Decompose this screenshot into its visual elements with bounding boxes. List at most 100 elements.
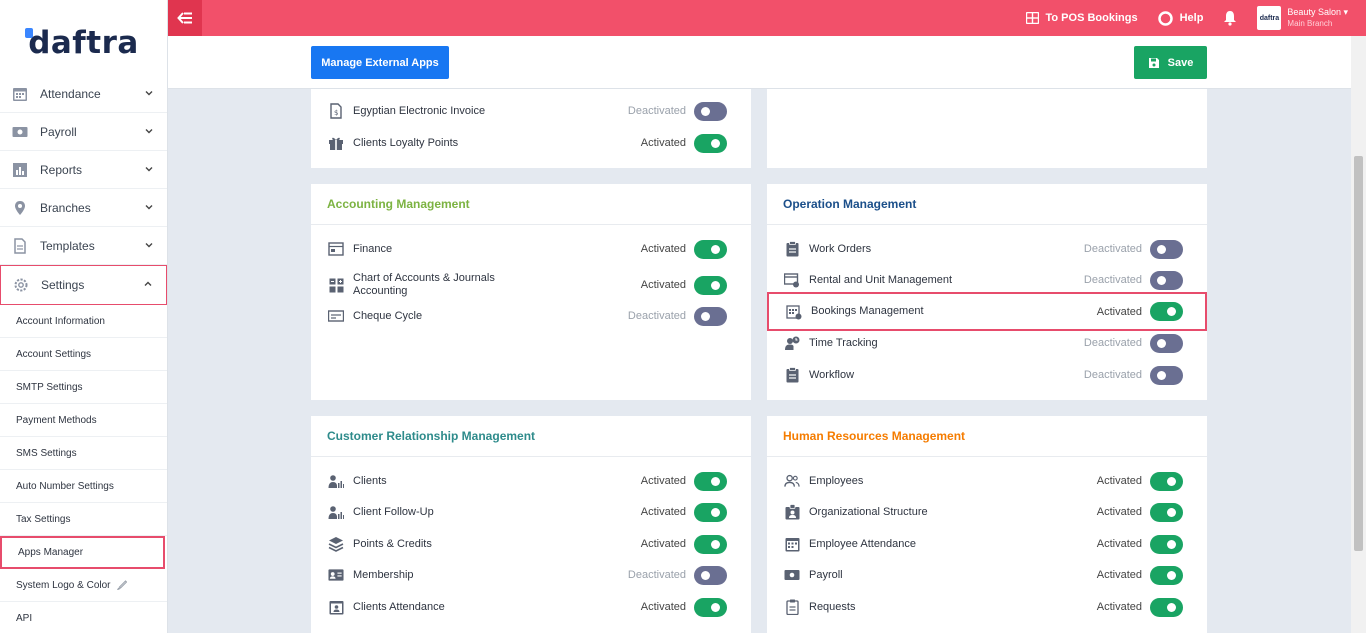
sub-item-account-settings[interactable]: Account Settings [0,338,167,371]
avatar-text: daftra [1259,14,1280,22]
app-toggle[interactable] [1150,534,1183,554]
app-toggle[interactable] [1150,502,1183,522]
app-toggle[interactable] [1150,302,1183,321]
app-row-employee-attendance: Employee Attendance Activated [767,531,1207,557]
sidebar-item-label: Settings [41,278,85,292]
app-toggle[interactable] [694,306,727,326]
sub-item-label: SMS Settings [16,447,77,459]
user-chart-icon [328,473,344,489]
app-label: Work Orders [809,242,872,255]
sub-item-tax-settings[interactable]: Tax Settings [0,503,167,536]
panel-title: Operation Management [767,184,1207,225]
sub-item-smtp-settings[interactable]: SMTP Settings [0,371,167,404]
caret-down-icon: ▾ [1340,7,1348,17]
app-toggle[interactable] [1150,597,1183,617]
app-label: Employees [809,474,864,487]
app-toggle[interactable] [694,534,727,554]
app-label-line2: Accounting [353,285,408,297]
sub-item-label: API [16,612,33,624]
app-status: Activated [640,137,686,149]
daftra-logo[interactable]: daftra [0,0,167,85]
panel-accounting-management: Accounting Management Finance Activated … [311,184,751,400]
notifications-button[interactable] [1223,10,1237,26]
app-toggle[interactable] [1150,365,1183,385]
app-status: Activated [1096,506,1142,518]
user-branch: Main Branch [1287,19,1333,28]
app-toggle[interactable] [694,502,727,522]
app-status: Deactivated [627,105,686,117]
gear-icon [13,277,29,293]
layers-icon [328,536,344,552]
invoice-icon: $ [328,103,344,119]
calendar-user-icon [328,599,344,615]
calendar-bookings-icon [786,304,802,320]
app-toggle[interactable] [1150,270,1183,290]
app-toggle[interactable] [694,275,727,295]
app-toggle[interactable] [1150,471,1183,491]
sidebar-item-attendance[interactable]: Attendance [0,75,167,113]
app-label: Time Tracking [809,336,878,349]
document-icon [12,237,28,254]
sub-item-label: Account Information [16,315,105,327]
bar-chart-icon [12,162,28,178]
sub-item-apps-manager[interactable]: Apps Manager [0,536,165,569]
sidebar-item-settings[interactable]: Settings [0,265,167,305]
scrollbar-thumb[interactable] [1354,156,1363,551]
avatar: daftra [1257,6,1282,30]
chevron-down-icon [145,243,153,248]
app-toggle[interactable] [1150,239,1183,259]
sidebar-item-templates[interactable]: Templates [0,227,167,265]
app-toggle[interactable] [694,565,727,585]
sub-item-sms-settings[interactable]: SMS Settings [0,437,167,470]
app-label: Client Follow-Up [353,505,434,518]
page-scrollbar[interactable] [1351,36,1366,633]
calculator-icon [328,277,344,293]
sidebar-item-reports[interactable]: Reports [0,151,167,189]
pos-bookings-link[interactable]: To POS Bookings [1025,12,1138,24]
app-status: Activated [1096,601,1142,613]
cheque-icon [328,308,344,324]
sub-item-api[interactable]: API [0,602,167,633]
sidebar-item-branches[interactable]: Branches [0,189,167,227]
app-row-clients: Clients Activated [311,468,751,494]
grid-icon [1025,12,1039,24]
app-toggle[interactable] [694,597,727,617]
sub-item-system-logo-color[interactable]: System Logo & Color [0,569,167,602]
app-toggle[interactable] [694,133,727,153]
help-link[interactable]: Help [1157,10,1203,26]
app-label: Employee Attendance [809,537,917,550]
sub-item-auto-number-settings[interactable]: Auto Number Settings [0,470,167,503]
app-label: Membership [353,568,414,581]
sidebar-item-payroll[interactable]: Payroll [0,113,167,151]
user-chart-icon [328,504,344,520]
sidebar-item-label: Reports [40,162,83,177]
user-name: Beauty Salon [1287,7,1341,17]
sub-item-label: SMTP Settings [16,381,83,393]
app-row-organizational-structure: Organizational Structure Activated [767,499,1207,525]
app-toggle[interactable] [694,101,727,121]
app-label: Clients [353,474,387,487]
floppy-disk-icon [1148,57,1159,68]
paint-brush-icon [116,579,127,591]
panel-human-resources-management: Human Resources Management Employees Act… [767,416,1207,633]
app-status: Activated [640,601,686,613]
app-toggle[interactable] [1150,565,1183,585]
app-toggle[interactable] [1150,333,1183,353]
sub-item-account-information[interactable]: Account Information [0,305,167,338]
app-row-clients-loyalty-points: Clients Loyalty Points Activated [311,130,751,156]
user-menu[interactable]: daftra Beauty Salon ▾ Main Branch [1257,6,1348,30]
logo-text: daftra [25,24,139,61]
app-toggle[interactable] [694,239,727,259]
clipboard-icon [784,367,800,383]
sub-item-label: Tax Settings [16,513,71,525]
app-row-time-tracking: Time Tracking Deactivated [767,330,1207,356]
app-status: Deactivated [1083,369,1142,381]
app-toggle[interactable] [694,471,727,491]
app-row-employees: Employees Activated [767,468,1207,494]
save-button[interactable]: Save [1134,46,1207,79]
manage-external-apps-button[interactable]: Manage External Apps [311,46,449,79]
sidebar-toggle-button[interactable] [168,0,202,36]
sub-item-payment-methods[interactable]: Payment Methods [0,404,167,437]
panel-title: Human Resources Management [767,416,1207,457]
sidebar: daftra Attendance Payroll Reports Branch… [0,0,168,633]
